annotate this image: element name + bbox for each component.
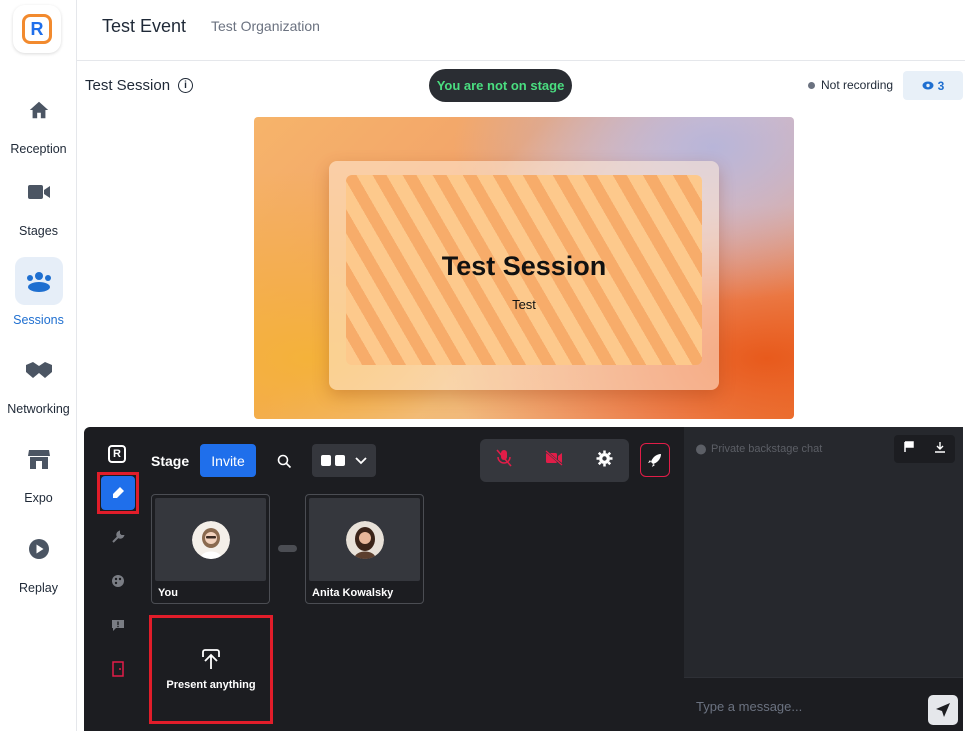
present-anything-button[interactable]: Present anything bbox=[156, 622, 266, 717]
backstage-logo-icon: R bbox=[108, 445, 126, 463]
slide-inner: Test Session Test bbox=[346, 175, 702, 365]
layout-dropdown[interactable] bbox=[312, 444, 376, 477]
rail-mic-button[interactable] bbox=[97, 472, 139, 514]
storefront-icon bbox=[15, 435, 63, 483]
recording-dot-icon bbox=[808, 81, 815, 89]
go-live-button[interactable] bbox=[640, 443, 670, 477]
lock-icon bbox=[696, 444, 706, 454]
camera-off-button[interactable] bbox=[545, 450, 563, 471]
person-icon bbox=[335, 455, 345, 466]
present-label: Present anything bbox=[166, 678, 256, 691]
logo-icon: R bbox=[22, 14, 52, 44]
nav-label: Reception bbox=[10, 142, 67, 156]
microphone-off-icon bbox=[496, 449, 512, 467]
nav-label: Sessions bbox=[13, 313, 64, 327]
event-title: Test Event bbox=[102, 16, 187, 36]
video-off-icon bbox=[545, 450, 563, 466]
recording-status-text: Not recording bbox=[821, 78, 894, 92]
organization-name[interactable]: Test Organization bbox=[211, 18, 320, 34]
exit-door-icon bbox=[112, 661, 124, 677]
nav-label: Networking bbox=[7, 402, 70, 416]
invite-button[interactable]: Invite bbox=[200, 444, 256, 477]
people-group-icon bbox=[14, 257, 63, 305]
microphone-icon bbox=[101, 476, 135, 510]
nav-item-sessions[interactable]: Sessions bbox=[0, 257, 77, 327]
handshake-icon bbox=[15, 346, 63, 394]
send-icon bbox=[936, 703, 950, 717]
tile-divider bbox=[278, 545, 297, 552]
nav-label: Stages bbox=[19, 224, 58, 238]
nav-label: Expo bbox=[24, 491, 53, 505]
home-icon bbox=[15, 86, 63, 134]
backstage-panel: R Stage Invite You Anita Kowalsky Presen… bbox=[84, 427, 963, 731]
search-button[interactable] bbox=[274, 451, 294, 471]
recording-status: Not recording bbox=[808, 78, 893, 92]
nav-item-expo[interactable]: Expo bbox=[0, 435, 77, 505]
session-title-text: Test Session bbox=[85, 77, 171, 94]
participant-video bbox=[155, 498, 266, 581]
viewer-count: 3 bbox=[937, 78, 945, 93]
message-alert-icon bbox=[112, 620, 124, 631]
eye-icon bbox=[922, 81, 934, 90]
chevron-down-icon bbox=[355, 456, 367, 464]
chat-title-text: Private backstage chat bbox=[711, 443, 823, 455]
backstage-chat: Private backstage chat bbox=[684, 427, 963, 731]
wrench-icon bbox=[112, 530, 125, 543]
stage-label: Stage bbox=[151, 453, 190, 469]
participant-name: Anita Kowalsky bbox=[312, 587, 394, 599]
chat-download-button[interactable] bbox=[934, 440, 946, 458]
stage-presentation-slide: Test Session Test bbox=[254, 117, 794, 419]
slide-title: Test Session bbox=[441, 251, 607, 281]
download-icon bbox=[934, 442, 945, 453]
rail-tools-button[interactable] bbox=[98, 517, 138, 557]
rail-leave-button[interactable] bbox=[98, 649, 138, 689]
settings-button[interactable] bbox=[596, 450, 613, 472]
session-title: Test Session i bbox=[85, 77, 194, 94]
rail-theme-button[interactable] bbox=[98, 561, 138, 601]
nav-item-stages[interactable]: Stages bbox=[0, 168, 77, 238]
participant-video bbox=[309, 498, 420, 581]
info-icon[interactable]: i bbox=[178, 78, 194, 93]
participant-name: You bbox=[158, 587, 178, 599]
chat-tools bbox=[894, 435, 955, 463]
search-icon bbox=[277, 454, 291, 468]
media-controls bbox=[480, 439, 629, 482]
rail-alert-button[interactable] bbox=[98, 605, 138, 645]
nav-label: Replay bbox=[19, 581, 58, 595]
stage-status-badge: You are not on stage bbox=[429, 69, 572, 102]
rocket-icon bbox=[648, 454, 661, 467]
chat-message-input[interactable] bbox=[696, 694, 916, 718]
person-icon bbox=[321, 455, 331, 466]
present-highlight: Present anything bbox=[149, 615, 273, 724]
chat-title: Private backstage chat bbox=[696, 443, 822, 455]
send-button[interactable] bbox=[928, 695, 958, 725]
mic-mute-button[interactable] bbox=[496, 449, 512, 472]
avatar bbox=[191, 520, 230, 559]
participant-tile-anita[interactable]: Anita Kowalsky bbox=[305, 494, 424, 604]
avatar bbox=[345, 520, 384, 559]
chat-input-bar bbox=[684, 677, 963, 731]
chat-filter-button[interactable] bbox=[903, 440, 915, 458]
gear-icon bbox=[596, 450, 613, 466]
slide-subtitle: Test bbox=[512, 297, 536, 312]
video-camera-icon bbox=[15, 168, 63, 216]
nav-item-replay[interactable]: Replay bbox=[0, 525, 77, 595]
slide-card: Test Session Test bbox=[329, 161, 719, 390]
backstage-rail: R bbox=[84, 427, 144, 731]
play-circle-icon bbox=[15, 525, 63, 573]
flag-icon bbox=[904, 441, 914, 452]
app-root: R Reception Stages Sessions Networking E… bbox=[0, 0, 965, 731]
app-logo[interactable]: R bbox=[13, 5, 61, 53]
nav-item-networking[interactable]: Networking bbox=[0, 346, 77, 416]
participant-tile-you[interactable]: You bbox=[151, 494, 270, 604]
palette-icon bbox=[112, 575, 124, 587]
nav-item-reception[interactable]: Reception bbox=[0, 86, 77, 156]
left-nav: R Reception Stages Sessions Networking E… bbox=[0, 0, 77, 731]
top-bar: Test Event Test Organization bbox=[77, 0, 965, 61]
upload-icon bbox=[202, 648, 220, 669]
viewer-count-button[interactable]: 3 bbox=[903, 71, 963, 100]
